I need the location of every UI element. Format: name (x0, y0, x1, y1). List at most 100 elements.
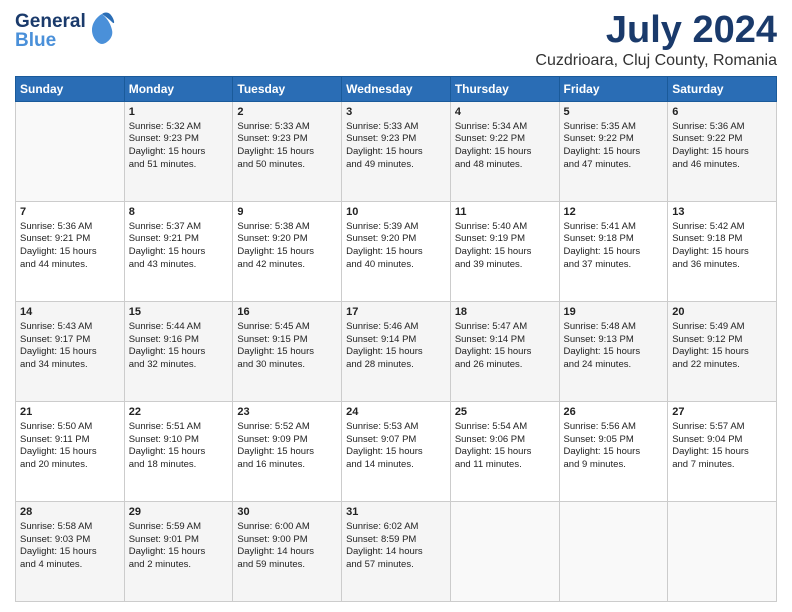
calendar-cell: 6Sunrise: 5:36 AMSunset: 9:22 PMDaylight… (668, 101, 777, 201)
cell-content: 13Sunrise: 5:42 AMSunset: 9:18 PMDayligh… (672, 205, 772, 272)
cell-line: and 26 minutes. (455, 359, 555, 372)
cell-line: and 59 minutes. (237, 559, 337, 572)
cell-line: Sunrise: 5:45 AM (237, 321, 337, 334)
calendar-cell: 4Sunrise: 5:34 AMSunset: 9:22 PMDaylight… (450, 101, 559, 201)
cell-line: and 47 minutes. (564, 159, 664, 172)
cell-line: Daylight: 15 hours (237, 146, 337, 159)
cell-line: Sunrise: 5:34 AM (455, 121, 555, 134)
cell-line: Sunrise: 5:54 AM (455, 421, 555, 434)
cell-line: Daylight: 15 hours (237, 346, 337, 359)
calendar-cell: 25Sunrise: 5:54 AMSunset: 9:06 PMDayligh… (450, 401, 559, 501)
cell-line: Daylight: 15 hours (20, 346, 120, 359)
cell-line: Sunrise: 5:58 AM (20, 521, 120, 534)
cell-line: Sunrise: 5:47 AM (455, 321, 555, 334)
cell-line: Sunrise: 5:43 AM (20, 321, 120, 334)
day-number: 3 (346, 105, 446, 120)
day-number: 26 (564, 405, 664, 420)
cell-line: Sunset: 9:23 PM (237, 133, 337, 146)
cell-line: and 34 minutes. (20, 359, 120, 372)
logo-general: General (15, 12, 86, 31)
title-block: July 2024 Cuzdrioara, Cluj County, Roman… (535, 10, 777, 70)
day-number: 6 (672, 105, 772, 120)
cell-line: Sunset: 9:20 PM (237, 233, 337, 246)
calendar-row-0: 1Sunrise: 5:32 AMSunset: 9:23 PMDaylight… (16, 101, 777, 201)
calendar-cell: 30Sunrise: 6:00 AMSunset: 9:00 PMDayligh… (233, 501, 342, 601)
cell-content: 4Sunrise: 5:34 AMSunset: 9:22 PMDaylight… (455, 105, 555, 172)
cell-content: 7Sunrise: 5:36 AMSunset: 9:21 PMDaylight… (20, 205, 120, 272)
cell-line: Daylight: 15 hours (672, 146, 772, 159)
day-number: 28 (20, 505, 120, 520)
cell-line: Sunrise: 5:42 AM (672, 221, 772, 234)
calendar-cell: 1Sunrise: 5:32 AMSunset: 9:23 PMDaylight… (124, 101, 233, 201)
cell-line: Daylight: 15 hours (564, 246, 664, 259)
cell-line: Sunrise: 5:52 AM (237, 421, 337, 434)
cell-line: Sunrise: 6:02 AM (346, 521, 446, 534)
header: General Blue July 2024 Cuzdrioara, Cluj … (15, 10, 777, 70)
cell-line: Sunset: 9:07 PM (346, 434, 446, 447)
cell-line: Daylight: 15 hours (129, 446, 229, 459)
cell-line: Sunrise: 5:32 AM (129, 121, 229, 134)
cell-line: Sunset: 9:20 PM (346, 233, 446, 246)
cell-line: Daylight: 15 hours (455, 146, 555, 159)
cell-content: 26Sunrise: 5:56 AMSunset: 9:05 PMDayligh… (564, 405, 664, 472)
day-number: 12 (564, 205, 664, 220)
calendar-cell: 8Sunrise: 5:37 AMSunset: 9:21 PMDaylight… (124, 201, 233, 301)
logo: General Blue (15, 10, 116, 51)
calendar-cell: 3Sunrise: 5:33 AMSunset: 9:23 PMDaylight… (342, 101, 451, 201)
cell-content: 23Sunrise: 5:52 AMSunset: 9:09 PMDayligh… (237, 405, 337, 472)
cell-line: and 16 minutes. (237, 459, 337, 472)
calendar-cell: 21Sunrise: 5:50 AMSunset: 9:11 PMDayligh… (16, 401, 125, 501)
cell-line: and 50 minutes. (237, 159, 337, 172)
cell-line: Sunrise: 5:59 AM (129, 521, 229, 534)
cell-line: and 37 minutes. (564, 259, 664, 272)
calendar-cell: 19Sunrise: 5:48 AMSunset: 9:13 PMDayligh… (559, 301, 668, 401)
calendar-cell: 23Sunrise: 5:52 AMSunset: 9:09 PMDayligh… (233, 401, 342, 501)
calendar-cell: 14Sunrise: 5:43 AMSunset: 9:17 PMDayligh… (16, 301, 125, 401)
weekday-header-saturday: Saturday (668, 76, 777, 101)
calendar-cell: 28Sunrise: 5:58 AMSunset: 9:03 PMDayligh… (16, 501, 125, 601)
cell-line: and 49 minutes. (346, 159, 446, 172)
weekday-header-tuesday: Tuesday (233, 76, 342, 101)
cell-content: 6Sunrise: 5:36 AMSunset: 9:22 PMDaylight… (672, 105, 772, 172)
calendar-cell: 5Sunrise: 5:35 AMSunset: 9:22 PMDaylight… (559, 101, 668, 201)
cell-line: Sunset: 9:22 PM (564, 133, 664, 146)
cell-line: Daylight: 15 hours (346, 446, 446, 459)
cell-content: 25Sunrise: 5:54 AMSunset: 9:06 PMDayligh… (455, 405, 555, 472)
cell-content: 10Sunrise: 5:39 AMSunset: 9:20 PMDayligh… (346, 205, 446, 272)
cell-line: Daylight: 15 hours (346, 346, 446, 359)
cell-line: and 39 minutes. (455, 259, 555, 272)
calendar-cell: 24Sunrise: 5:53 AMSunset: 9:07 PMDayligh… (342, 401, 451, 501)
cell-content: 29Sunrise: 5:59 AMSunset: 9:01 PMDayligh… (129, 505, 229, 572)
cell-line: Sunset: 9:16 PM (129, 334, 229, 347)
cell-content: 17Sunrise: 5:46 AMSunset: 9:14 PMDayligh… (346, 305, 446, 372)
cell-line: Sunrise: 5:56 AM (564, 421, 664, 434)
weekday-header-sunday: Sunday (16, 76, 125, 101)
cell-content: 27Sunrise: 5:57 AMSunset: 9:04 PMDayligh… (672, 405, 772, 472)
cell-content: 21Sunrise: 5:50 AMSunset: 9:11 PMDayligh… (20, 405, 120, 472)
cell-content: 5Sunrise: 5:35 AMSunset: 9:22 PMDaylight… (564, 105, 664, 172)
cell-line: Sunrise: 5:41 AM (564, 221, 664, 234)
day-number: 9 (237, 205, 337, 220)
cell-line: Sunrise: 5:51 AM (129, 421, 229, 434)
cell-line: Sunrise: 5:33 AM (346, 121, 446, 134)
cell-line: Daylight: 15 hours (129, 546, 229, 559)
cell-line: Daylight: 15 hours (20, 446, 120, 459)
day-number: 22 (129, 405, 229, 420)
cell-line: Daylight: 15 hours (346, 146, 446, 159)
cell-line: Sunset: 9:04 PM (672, 434, 772, 447)
cell-line: Daylight: 15 hours (346, 246, 446, 259)
cell-line: and 22 minutes. (672, 359, 772, 372)
day-number: 21 (20, 405, 120, 420)
cell-line: and 40 minutes. (346, 259, 446, 272)
cell-line: Sunset: 9:09 PM (237, 434, 337, 447)
cell-line: Sunset: 9:11 PM (20, 434, 120, 447)
cell-line: Sunset: 9:22 PM (455, 133, 555, 146)
day-number: 20 (672, 305, 772, 320)
day-number: 25 (455, 405, 555, 420)
cell-line: Sunrise: 5:35 AM (564, 121, 664, 134)
cell-line: Sunset: 9:22 PM (672, 133, 772, 146)
cell-line: and 42 minutes. (237, 259, 337, 272)
cell-content: 19Sunrise: 5:48 AMSunset: 9:13 PMDayligh… (564, 305, 664, 372)
calendar-cell (16, 101, 125, 201)
cell-content: 20Sunrise: 5:49 AMSunset: 9:12 PMDayligh… (672, 305, 772, 372)
